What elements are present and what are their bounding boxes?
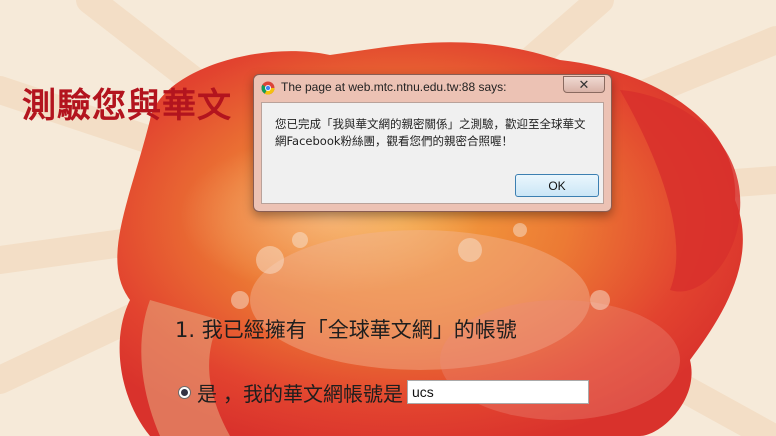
radio-selected-dot [181, 388, 188, 396]
watercolor-splash-background [0, 0, 776, 436]
ok-button[interactable]: OK [515, 174, 599, 197]
dialog-title: The page at web.mtc.ntnu.edu.tw:88 says: [281, 80, 507, 94]
account-label: ，我的華文網帳號是 [223, 381, 403, 406]
yes-radio-button[interactable] [178, 385, 191, 399]
page-title: 測驗您與華文 [22, 86, 232, 126]
question-text: 1. 我已經擁有「全球華文網」的帳號 [175, 318, 517, 342]
answer-yes-label: 是 [197, 381, 217, 406]
chrome-icon [261, 81, 275, 95]
account-input[interactable] [407, 380, 589, 404]
alert-dialog: The page at web.mtc.ntnu.edu.tw:88 says:… [253, 74, 612, 212]
dialog-message: 您已完成「我與華文網的親密關係」之測驗，歡迎至全球華文網Facebook粉絲團，… [275, 117, 586, 148]
dialog-titlebar: The page at web.mtc.ntnu.edu.tw:88 says:… [254, 75, 611, 101]
dialog-body: 您已完成「我與華文網的親密關係」之測驗，歡迎至全球華文網Facebook粉絲團，… [261, 102, 604, 204]
close-button[interactable]: ✕ [563, 76, 605, 93]
answer-row: 是 ，我的華文網帳號是 [178, 378, 589, 406]
